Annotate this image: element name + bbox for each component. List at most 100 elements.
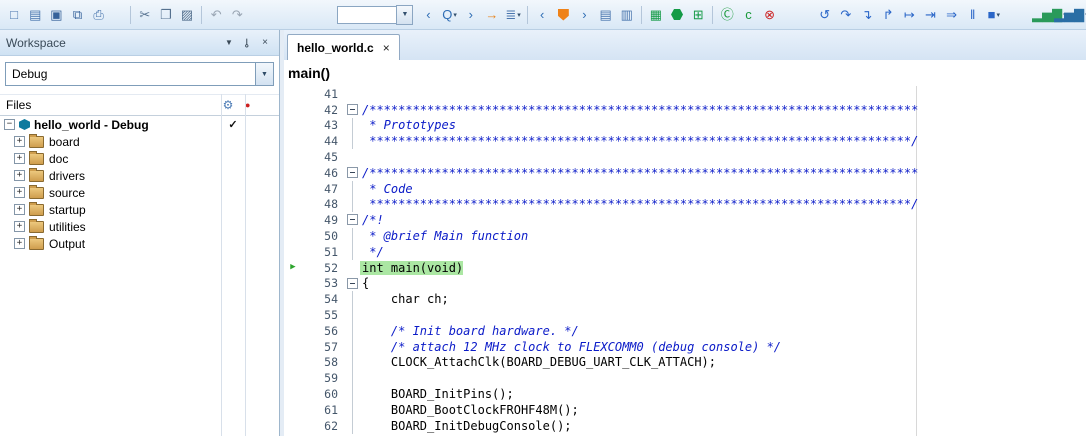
- expand-icon[interactable]: +: [14, 204, 25, 215]
- toggle-bookmark-icon[interactable]: [553, 4, 573, 25]
- code-line-41[interactable]: 41: [284, 86, 1086, 102]
- debug-next-statement-glyph: ↦: [904, 8, 915, 21]
- dropdown-arrow-icon[interactable]: ▼: [255, 63, 273, 85]
- tab-close-icon[interactable]: ×: [383, 42, 390, 54]
- tree-item-utilities[interactable]: +utilities: [0, 218, 279, 235]
- toolbar-search-combobox[interactable]: ▼: [337, 5, 413, 25]
- panel-close-icon[interactable]: ×: [257, 35, 273, 51]
- timeline-chart-icon[interactable]: ▂▅▇▾: [1061, 4, 1082, 25]
- code-line-61[interactable]: 61 BOARD_BootClockFROHF48M();: [284, 402, 1086, 418]
- open-header-file-icon[interactable]: ▤: [596, 4, 616, 25]
- tree-item-output[interactable]: +Output: [0, 235, 279, 252]
- expand-icon[interactable]: +: [14, 238, 25, 249]
- expand-icon[interactable]: +: [14, 187, 25, 198]
- debug-break-icon[interactable]: ‖: [963, 4, 983, 25]
- panel-pin-icon[interactable]: ⊸: [239, 35, 255, 51]
- debug-step-out-icon[interactable]: ↱: [878, 4, 898, 25]
- build-options-icon[interactable]: ⊞: [688, 4, 708, 25]
- gear-icon[interactable]: ⚙: [216, 98, 240, 112]
- new-document-icon[interactable]: □: [4, 4, 24, 25]
- tree-item-startup[interactable]: +startup: [0, 201, 279, 218]
- line-number: 55: [302, 308, 346, 322]
- combobox-arrow-icon[interactable]: ▼: [396, 5, 413, 25]
- copy-icon[interactable]: ❐: [156, 4, 176, 25]
- code-line-43[interactable]: 43 * Prototypes: [284, 118, 1086, 134]
- symbol-list-dropdown-icon[interactable]: ▾: [517, 11, 521, 19]
- code-line-58[interactable]: 58 CLOCK_AttachClk(BOARD_DEBUG_UART_CLK_…: [284, 355, 1086, 371]
- undo-icon[interactable]: ↶: [206, 4, 226, 25]
- cstat-analyze-icon[interactable]: Ⓒ: [717, 4, 737, 25]
- collapse-icon[interactable]: −: [4, 119, 15, 130]
- code-line-49[interactable]: 49/*!: [284, 212, 1086, 228]
- tree-item-project-root[interactable]: − hello_world - Debug ✓: [0, 116, 279, 133]
- code-line-62[interactable]: 62 BOARD_InitDebugConsole();: [284, 418, 1086, 434]
- code-line-55[interactable]: 55: [284, 307, 1086, 323]
- expand-icon[interactable]: +: [14, 153, 25, 164]
- function-navigation-bar[interactable]: main(): [284, 60, 1086, 86]
- code-line-54[interactable]: 54 char ch;: [284, 291, 1086, 307]
- print-icon[interactable]: ⎙: [89, 4, 109, 25]
- cstat-clean-icon[interactable]: c: [738, 4, 758, 25]
- code-editor[interactable]: 4142/***********************************…: [284, 86, 1086, 436]
- debug-go-icon[interactable]: ⇒: [942, 4, 962, 25]
- code-line-47[interactable]: 47 * Code: [284, 181, 1086, 197]
- code-line-45[interactable]: 45: [284, 149, 1086, 165]
- fold-toggle-icon[interactable]: [346, 165, 360, 181]
- tree-item-board[interactable]: +board: [0, 133, 279, 150]
- debug-stop-dropdown-icon[interactable]: ▾: [997, 11, 1001, 19]
- fold-margin: [346, 355, 360, 371]
- configuration-dropdown[interactable]: Debug ▼: [5, 62, 274, 86]
- symbol-list-icon[interactable]: ≣▾: [503, 4, 523, 25]
- panel-menu-icon[interactable]: ▼: [221, 35, 237, 51]
- stop-build-icon[interactable]: ⊗: [760, 4, 780, 25]
- next-bookmark-icon[interactable]: ›: [574, 4, 594, 25]
- code-line-53[interactable]: 53{: [284, 276, 1086, 292]
- debug-stop-icon[interactable]: ■▾: [984, 4, 1004, 25]
- fold-toggle-icon[interactable]: [346, 276, 360, 292]
- project-root-label: hello_world - Debug: [34, 118, 221, 132]
- code-line-48[interactable]: 48 *************************************…: [284, 197, 1086, 213]
- debug-run-to-cursor-icon[interactable]: ⇥: [920, 4, 940, 25]
- fold-toggle-icon[interactable]: [346, 102, 360, 118]
- paste-icon[interactable]: ▨: [177, 4, 197, 25]
- tree-item-drivers[interactable]: +drivers: [0, 167, 279, 184]
- redo-icon[interactable]: ↷: [227, 4, 247, 25]
- code-line-59[interactable]: 59: [284, 370, 1086, 386]
- code-text: */: [360, 245, 384, 259]
- expand-icon[interactable]: +: [14, 221, 25, 232]
- tree-item-doc[interactable]: +doc: [0, 150, 279, 167]
- tree-item-source[interactable]: +source: [0, 184, 279, 201]
- debug-step-into-glyph: ↴: [862, 8, 873, 21]
- go-to-definition-icon[interactable]: →: [482, 4, 502, 25]
- switch-source-header-icon[interactable]: ▥: [617, 4, 637, 25]
- expand-icon[interactable]: +: [14, 136, 25, 147]
- previous-bookmark-icon[interactable]: ‹: [532, 4, 552, 25]
- code-line-52[interactable]: ▶52int main(void): [284, 260, 1086, 276]
- toolbar-search-input[interactable]: [337, 6, 396, 24]
- fold-toggle-icon[interactable]: [346, 212, 360, 228]
- expand-icon[interactable]: +: [14, 170, 25, 181]
- code-line-51[interactable]: 51 */: [284, 244, 1086, 260]
- make-icon[interactable]: ▦: [646, 4, 666, 25]
- debug-reset-icon[interactable]: ↺: [815, 4, 835, 25]
- browse-back-icon[interactable]: ‹: [418, 4, 438, 25]
- quick-search-icon[interactable]: Q▾: [440, 4, 460, 25]
- cut-icon[interactable]: ✂: [135, 4, 155, 25]
- build-icon[interactable]: [667, 4, 687, 25]
- code-line-42[interactable]: 42/*************************************…: [284, 102, 1086, 118]
- code-line-60[interactable]: 60 BOARD_InitPins();: [284, 386, 1086, 402]
- quick-search-dropdown-icon[interactable]: ▾: [453, 11, 457, 19]
- code-line-46[interactable]: 46/*************************************…: [284, 165, 1086, 181]
- debug-next-statement-icon[interactable]: ↦: [899, 4, 919, 25]
- code-line-56[interactable]: 56 /* Init board hardware. */: [284, 323, 1086, 339]
- code-line-57[interactable]: 57 /* attach 12 MHz clock to FLEXCOMM0 (…: [284, 339, 1086, 355]
- debug-step-over-icon[interactable]: ↷: [836, 4, 856, 25]
- open-file-icon[interactable]: ▤: [25, 4, 45, 25]
- browse-forward-icon[interactable]: ›: [461, 4, 481, 25]
- save-all-icon[interactable]: ⧉: [67, 4, 87, 25]
- code-line-44[interactable]: 44 *************************************…: [284, 133, 1086, 149]
- code-line-50[interactable]: 50 * @brief Main function: [284, 228, 1086, 244]
- debug-step-into-icon[interactable]: ↴: [857, 4, 877, 25]
- tab-hello-world-c[interactable]: hello_world.c ×: [287, 34, 400, 60]
- save-icon[interactable]: ▣: [46, 4, 66, 25]
